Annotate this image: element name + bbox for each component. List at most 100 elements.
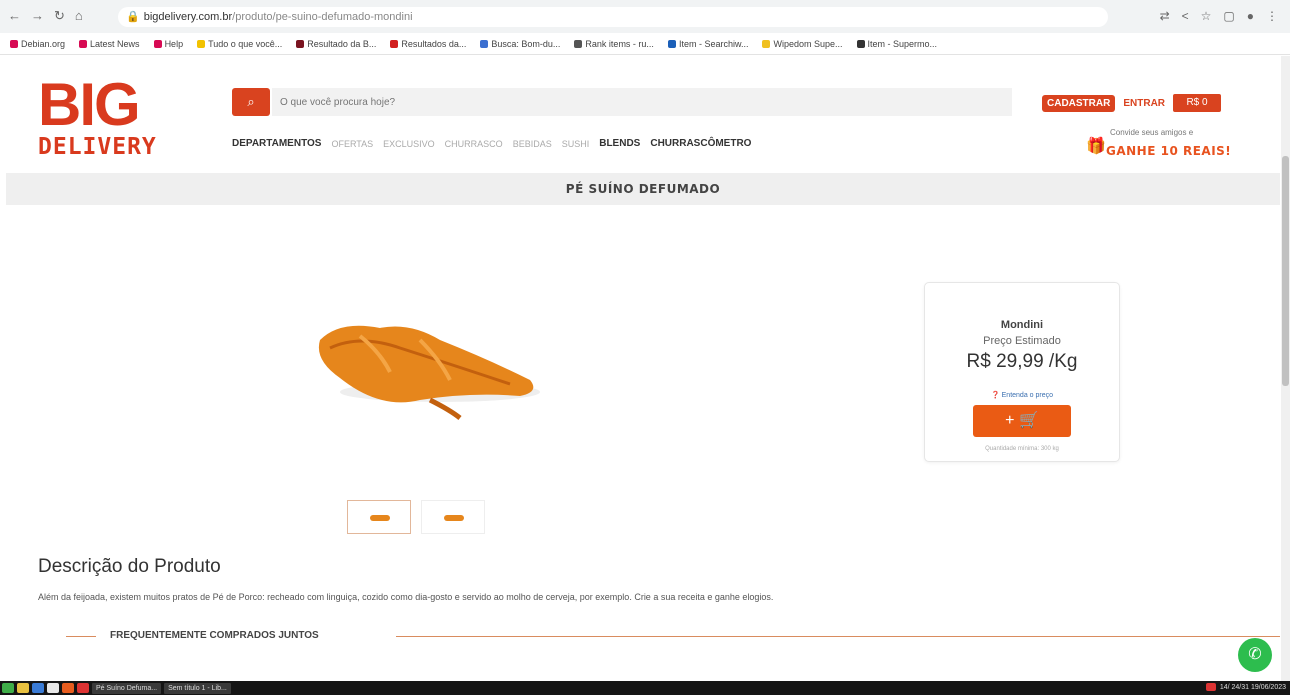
site-logo[interactable]: BIG DELIVERY [38,75,188,165]
taskbar-task-browser[interactable]: Pé Suíno Defuma... [92,682,162,694]
folder-icon[interactable] [17,683,29,693]
plus-icon: + [1005,412,1015,429]
page-scrollbar[interactable] [1281,56,1290,681]
tray-icon[interactable] [1205,683,1216,691]
nav-item[interactable]: EXCLUSIVO [383,139,435,149]
invite-big-text: GANHE 10 REAIS! [1106,144,1232,158]
logo-delivery: DELIVERY [38,134,157,160]
nav-item[interactable]: BEBIDAS [513,139,552,149]
minimum-quantity: Quantidade mínima: 300 kg [985,446,1059,452]
nav-item[interactable]: BLENDS [599,138,640,149]
whatsapp-button[interactable]: ✆ [1238,638,1272,672]
product-brand: Mondini [1000,319,1044,331]
cart-icon: 🛒 [1018,412,1039,429]
invite-friends-banner[interactable]: 🎁 Convide seus amigos e GANHE 10 REAIS! [1086,128,1256,162]
product-price: R$ 29,99 /Kg [966,351,1078,372]
divider [66,636,96,637]
bookmark-item[interactable]: Help [153,38,184,49]
bookmark-item[interactable]: Resultados da... [390,39,466,49]
product-thumbnails [347,500,485,534]
url-domain: bigdelivery.com.br [143,11,233,23]
page-title: PÉ SUÍNO DEFUMADO [6,173,1280,205]
extensions-icon[interactable]: ▢ [1223,9,1234,23]
search-icon: ⌕ [247,94,255,109]
whatsapp-icon: ✆ [1248,646,1262,663]
description-text: Além da feijoada, existem muitos pratos … [38,592,774,602]
nav-item[interactable]: OFERTAS [331,139,373,149]
back-icon[interactable]: ← [8,8,21,24]
register-button[interactable]: CADASTRAR [1042,94,1116,112]
browser-toolbar: ← → ↻ ⌂ 🔒 bigdelivery.com.br/produto/pe-s… [0,0,1290,33]
lock-icon: 🔒 [126,11,140,23]
invite-small-text: Convide seus amigos e [1110,128,1194,137]
document-icon[interactable] [47,683,59,693]
thumbnail-2[interactable] [421,500,485,534]
bookmark-label: Resultado da B... [307,38,377,49]
profile-icon[interactable]: ● [1247,9,1254,23]
login-link[interactable]: ENTRAR [1123,98,1165,109]
logo-big: BIG [38,71,141,138]
price-info-link[interactable]: ❓ Entenda o preço [925,391,1119,399]
app-icon[interactable] [62,683,74,693]
menu-icon[interactable]: ⋮ [1266,9,1278,23]
bookmark-item[interactable]: Rank items - ru... [574,39,654,49]
taskbar-task-writer[interactable]: Sem título 1 - Lib... [164,682,231,694]
add-to-cart-button[interactable]: + 🛒 [973,405,1071,437]
frequently-bought-section: FREQUENTEMENTE COMPRADOS JUNTOS [6,627,1280,645]
thumbnail-1[interactable] [347,500,411,534]
bookmark-label: Wipedom Supe... [773,38,843,49]
bookmark-item[interactable]: Resultado da B... [296,39,376,49]
cart-total: R$ 0 [1186,97,1208,108]
bookmark-item[interactable]: Item - Searchiw... [667,39,748,49]
divider [396,636,1280,637]
search-input[interactable] [272,88,1012,116]
bookmark-favicon-icon [197,39,206,48]
bookmark-item[interactable]: Debian.org [10,39,65,49]
nav-item[interactable]: SUSHI [562,139,590,149]
nav-item[interactable]: CHURRASCÔMETRO [650,138,751,149]
bookmark-favicon-icon [390,39,399,48]
bookmark-label: Latest News [90,38,140,49]
home-icon[interactable]: ⌂ [75,8,83,24]
bookmark-item[interactable]: Busca: Bom-du... [480,39,560,49]
bookmark-item[interactable]: Wipedom Supe... [762,38,843,49]
product-image[interactable] [300,300,560,430]
system-tray: 14/ 24/31 19/06/2023 [1205,683,1286,691]
bookmark-favicon-icon [79,39,88,48]
address-bar[interactable]: 🔒 bigdelivery.com.br/produto/pe-suino-def… [118,7,1108,27]
browser-icon[interactable] [32,683,44,693]
description-title: Descrição do Produto [38,556,221,577]
share-icon[interactable]: < [1182,9,1189,23]
bookmarks-bar: Debian.org Latest News Help Tudo o que você… [0,33,1290,55]
bookmark-favicon-icon [574,39,583,48]
translate-icon[interactable]: ⇄ [1160,9,1170,23]
start-icon[interactable] [2,683,14,693]
bookmark-favicon-icon [667,39,676,48]
info-icon: ❓ [990,392,1000,399]
header-actions: CADASTRAR ENTRAR R$ 0 [1042,94,1222,112]
frequently-bought-title: FREQUENTEMENTE COMPRADOS JUNTOS [110,630,319,641]
bookmark-label: Rank items - ru... [585,38,654,49]
bookmark-item[interactable]: Latest News [79,39,140,49]
scrollbar-thumb[interactable] [1282,156,1289,386]
search-bar: ⌕ [232,88,1012,116]
bookmark-favicon-icon [762,39,771,48]
forward-icon[interactable]: → [31,8,44,24]
nav-item[interactable]: CHURRASCO [445,139,503,149]
bookmark-favicon-icon [856,39,865,48]
bookmark-item[interactable]: Tudo o que você... [197,39,282,49]
bookmark-favicon-icon [153,39,162,48]
bookmark-favicon-icon [296,39,305,48]
reload-icon[interactable]: ↻ [54,8,65,24]
estimated-price-label: Preço Estimado [983,335,1061,347]
bookmark-label: Help [164,38,184,49]
nav-item[interactable]: DEPARTAMENTOS [232,138,321,149]
star-icon[interactable]: ☆ [1201,9,1212,23]
bookmark-label: Resultados da... [401,38,467,49]
bookmark-item[interactable]: Item - Supermo... [856,39,937,49]
cart-button[interactable]: R$ 0 [1173,94,1222,112]
price-card: Mondini Preço Estimado R$ 29,99 /Kg ❓ En… [924,282,1120,462]
clock: 14/ 24/31 19/06/2023 [1219,683,1286,691]
search-button[interactable]: ⌕ [232,88,270,116]
app2-icon[interactable] [77,683,89,693]
